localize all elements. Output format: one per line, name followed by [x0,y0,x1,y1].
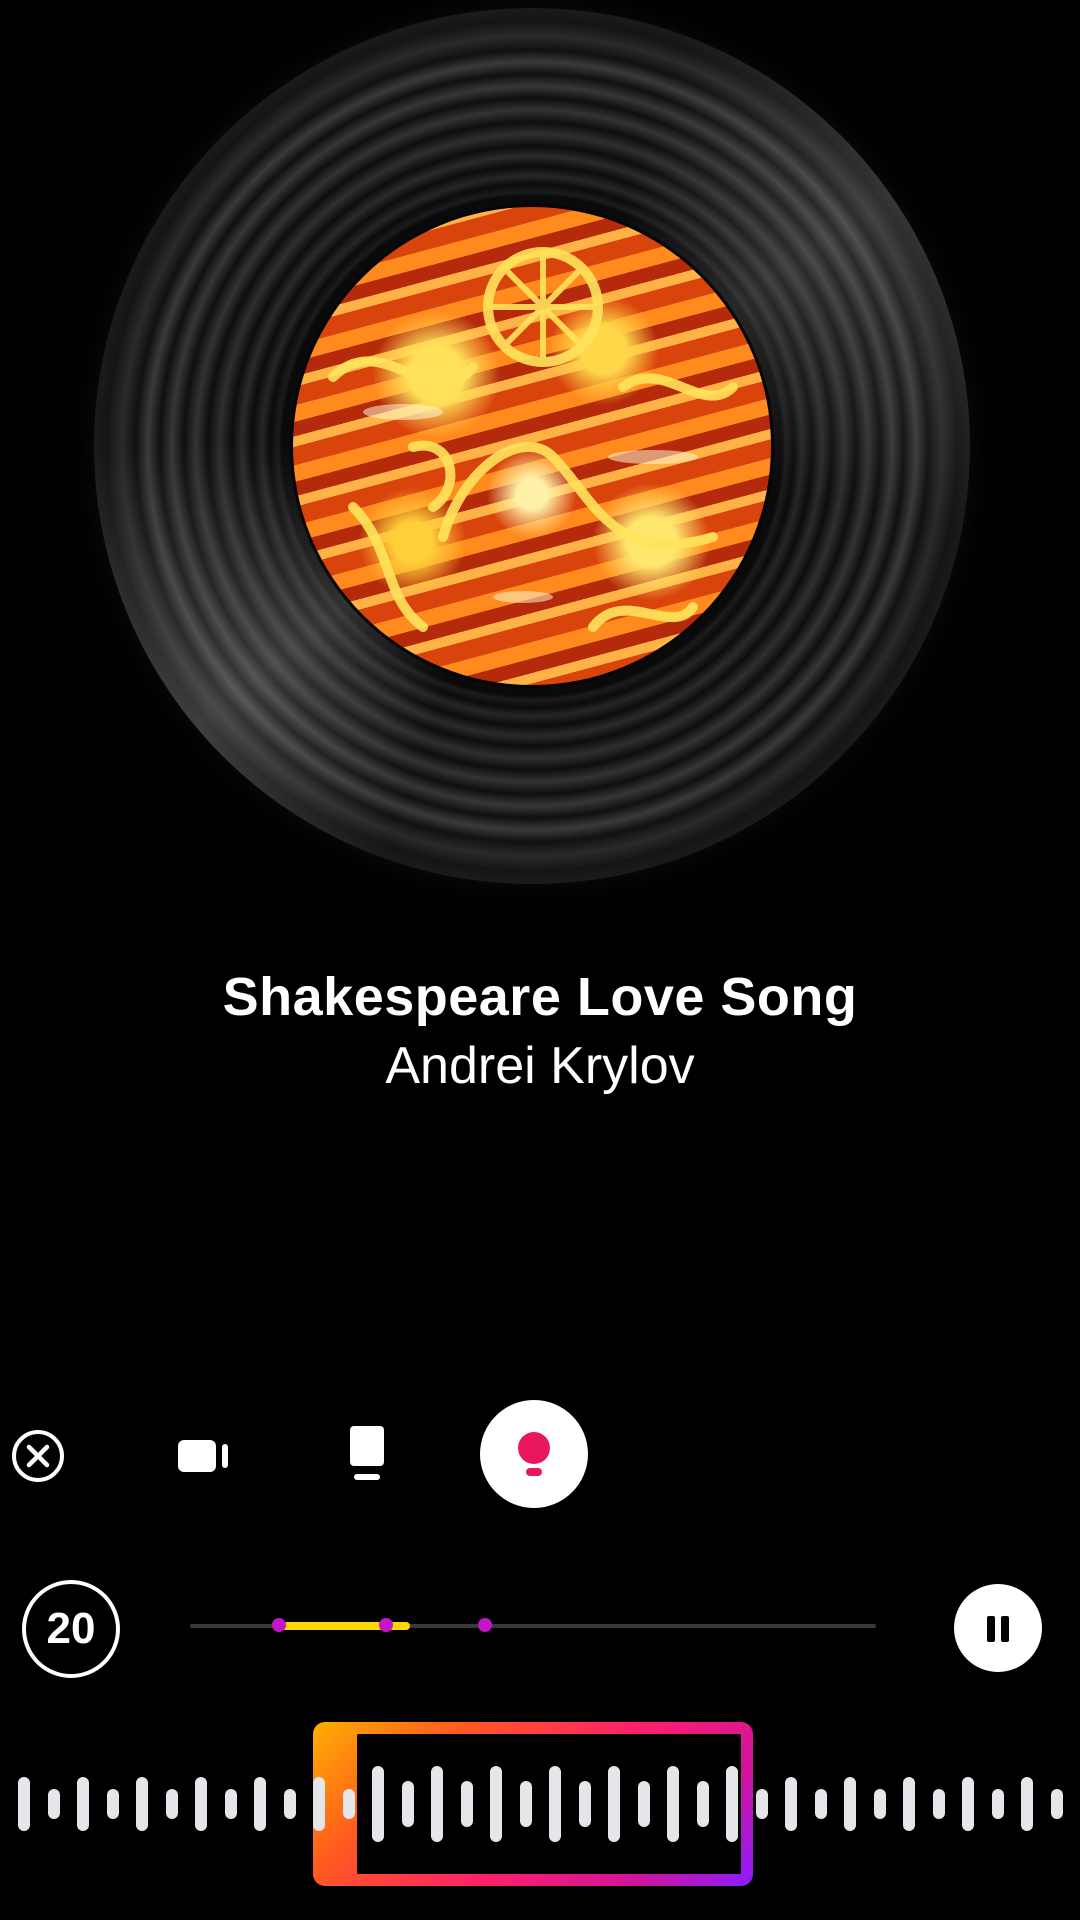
waveform-bar [578,1781,591,1827]
waveform-bar [844,1777,856,1831]
waveform-bar [637,1781,650,1827]
waveform-bar [1021,1777,1033,1831]
waveform-bar [18,1777,30,1831]
album-art-pattern [328,247,738,632]
waveform-bar [313,1777,325,1831]
waveform-bar [991,1789,1004,1819]
waveform-bar [195,1777,207,1831]
waveform-bar [460,1781,473,1827]
waveform-bar [136,1777,148,1831]
live-bulb-icon [518,1432,550,1476]
waveform-bar [903,1777,915,1831]
waveform-bar [932,1789,945,1819]
waveform-bar [726,1766,738,1842]
waveform-bar [77,1777,89,1831]
waveform-bar [667,1766,679,1842]
album-art [293,207,771,685]
waveform-bar [254,1777,266,1831]
playback-scrubber[interactable] [190,1618,876,1632]
waveform-bar [1050,1789,1063,1819]
photo-mode-button[interactable] [346,1424,392,1486]
timer-label: 20 [46,1604,96,1653]
waveform-bar [519,1781,532,1827]
photo-frame-icon [350,1426,384,1480]
waveform-bar [755,1789,768,1819]
waveform-bar [549,1766,561,1842]
waveform-bar [283,1789,296,1819]
waveform-bar [785,1777,797,1831]
scrubber-marker[interactable] [477,1618,492,1632]
close-button[interactable] [10,1428,66,1484]
waveform-bar [372,1766,384,1842]
waveform-bar [401,1781,414,1827]
timer-button[interactable]: 20 [22,1580,120,1678]
video-mode-button[interactable] [176,1432,232,1480]
scrubber-marker[interactable] [378,1618,393,1632]
close-circle-icon [12,1430,64,1482]
waveform-bar [814,1789,827,1819]
waveform-bar [106,1789,119,1819]
waveform-bar [342,1789,355,1819]
audio-waveform[interactable] [0,1720,1080,1880]
waveform-bar [608,1766,620,1842]
song-title: Shakespeare Love Song [222,967,858,1027]
artist-name: Andrei Krylov [385,1037,695,1095]
video-camera-icon [178,1440,228,1472]
waveform-bar [224,1789,237,1819]
waveform-bar [165,1789,178,1819]
waveform-bar [47,1789,60,1819]
vinyl-record [94,8,970,884]
waveform-bar [431,1766,443,1842]
pause-button[interactable] [954,1584,1042,1672]
waveform-bar [490,1766,502,1842]
waveform-bar [696,1781,709,1827]
pause-icon [987,1616,1009,1642]
waveform-bar [962,1777,974,1831]
live-mode-button[interactable] [480,1400,588,1508]
waveform-bar [873,1789,886,1819]
